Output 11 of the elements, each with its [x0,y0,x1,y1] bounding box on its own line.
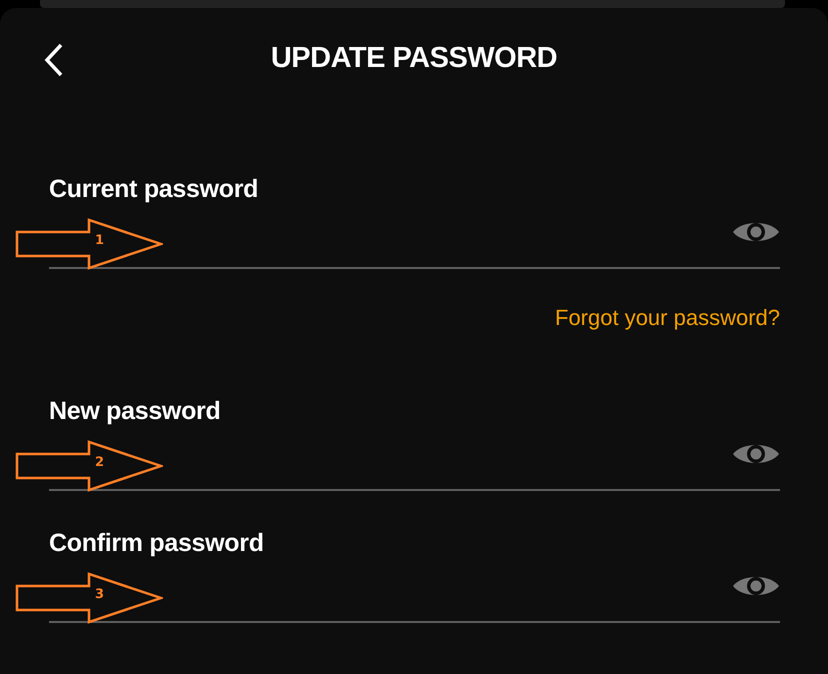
callout-number: 1 [95,233,104,249]
callout-number: 3 [95,587,104,603]
field-label: New password [49,396,222,426]
callout-arrow-icon [15,572,163,624]
callout-arrow-icon [15,440,163,492]
page-title: UPDATE PASSWORD [270,42,558,74]
callout-number: 2 [95,455,104,471]
forgot-password-link[interactable]: Forgot your password? [555,305,780,331]
field-label: Current password [49,174,260,204]
callout-arrow-icon [15,218,163,270]
field-label: Confirm password [49,528,265,558]
